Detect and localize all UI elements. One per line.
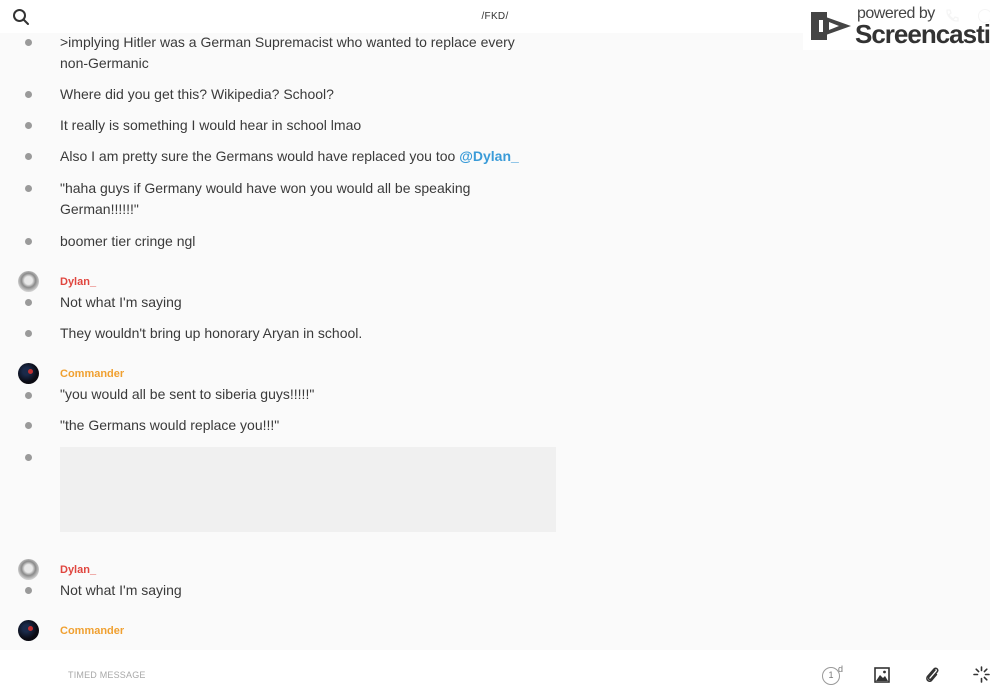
message-text: "the Germans would replace you!!!" <box>60 417 280 433</box>
message-text-body: Also I am pretty sure the Germans would … <box>60 148 456 164</box>
avatar[interactable] <box>18 271 39 292</box>
message-bullet <box>25 91 32 98</box>
avatar[interactable] <box>18 363 39 384</box>
message-text: German!!!!!!" <box>60 201 139 217</box>
image-upload-icon[interactable] <box>874 667 890 683</box>
message-author[interactable]: Dylan_ <box>60 564 96 576</box>
message-bullet <box>25 39 32 46</box>
message-input[interactable]: TIMED MESSAGE <box>68 670 146 680</box>
avatar[interactable] <box>18 620 39 641</box>
watermark-brand: Screencastify <box>855 19 990 49</box>
message-bullet <box>25 392 32 399</box>
message-text: Not what I'm saying <box>60 582 182 598</box>
screencastify-logo-icon <box>811 12 851 40</box>
user-mention[interactable]: @Dylan_ <box>459 148 519 164</box>
message-bullet <box>25 238 32 245</box>
message-text: "haha guys if Germany would have won you… <box>60 180 471 196</box>
loading-spinner-icon <box>973 666 990 683</box>
message-text: It really is something I would hear in s… <box>60 117 362 133</box>
message-text: They wouldn't bring up honorary Aryan in… <box>60 325 363 341</box>
message-bullet <box>25 330 32 337</box>
message-bullet <box>25 422 32 429</box>
message-author[interactable]: Dylan_ <box>60 276 96 288</box>
paperclip-icon[interactable] <box>924 666 940 684</box>
message-bullet <box>25 587 32 594</box>
message-text: Not what I'm saying <box>60 294 182 310</box>
message-text: boomer tier cringe ngl <box>60 233 196 249</box>
message-bullet <box>25 299 32 306</box>
message-author[interactable]: Commander <box>60 625 124 637</box>
message-bullet <box>25 185 32 192</box>
message-bullet <box>25 122 32 129</box>
message-text: non-Germanic <box>60 55 149 71</box>
image-attachment[interactable] <box>60 447 556 532</box>
message-author[interactable]: Commander <box>60 368 124 380</box>
message-text: >implying Hitler was a German Supremacis… <box>60 34 515 50</box>
screencastify-watermark: powered by Screencastify <box>803 4 990 50</box>
composer-bar: TIMED MESSAGE 1 d <box>0 650 990 700</box>
message-text: "you would all be sent to siberia guys!!… <box>60 386 315 402</box>
message-bullet <box>25 454 32 461</box>
message-text: Also I am pretty sure the Germans would … <box>60 146 519 168</box>
message-text: Where did you get this? Wikipedia? Schoo… <box>60 86 334 102</box>
message-bullet <box>25 153 32 160</box>
timer-unit-label: d <box>838 664 844 674</box>
avatar[interactable] <box>18 559 39 580</box>
